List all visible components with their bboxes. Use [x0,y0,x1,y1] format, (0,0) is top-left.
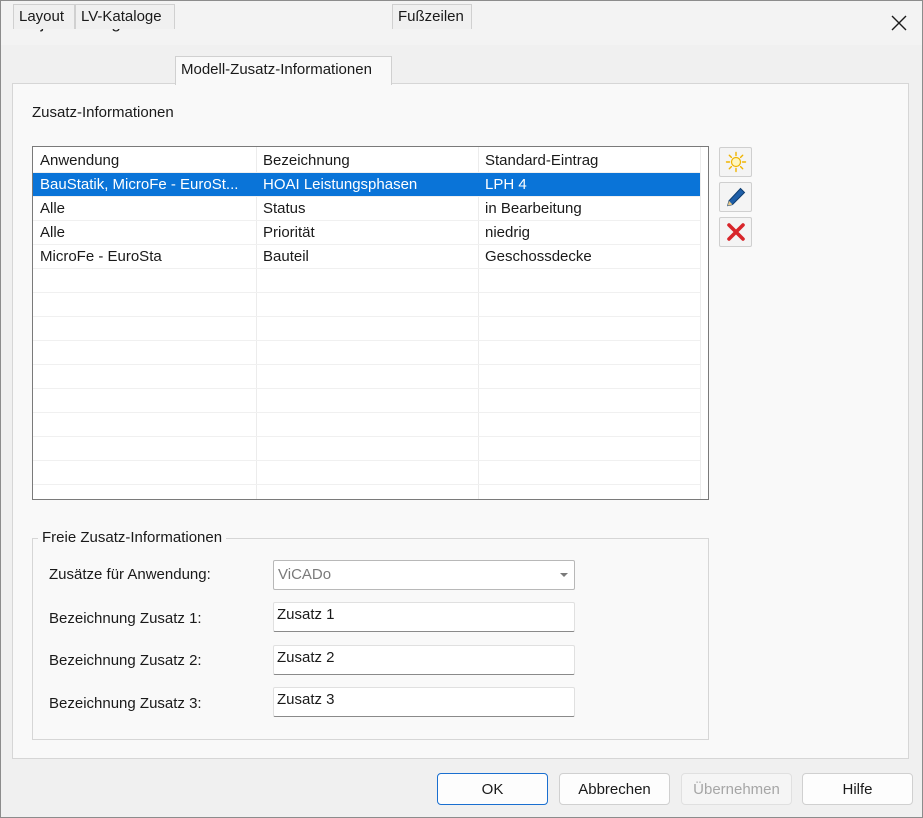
cell-bezeichnung: HOAI Leistungsphasen [263,176,418,193]
bezeichnung-zusatz-1-input[interactable] [273,602,575,632]
bezeichnung-zusatz-2-label: Bezeichnung Zusatz 2: [49,652,202,669]
cell-anwendung: BauStatik, MicroFe - EuroSt... [40,176,239,193]
help-button[interactable]: Hilfe [802,773,913,805]
bezeichnung-zusatz-3-input[interactable] [273,687,575,717]
cell-anwendung: Alle [40,200,66,217]
freie-zusatz-informationen-legend: Freie Zusatz-Informationen [38,529,227,546]
cell-standard-eintrag: Geschossdecke [485,248,592,265]
tab-label: Fußzeilen [398,8,464,25]
empty-row [33,341,700,365]
close-button[interactable] [876,1,922,45]
empty-row [33,317,700,341]
delete-icon [726,223,745,241]
zusatz-informationen-label: Zusatz-Informationen [32,104,174,121]
tab-layout[interactable]: Layout [13,4,75,29]
column-header-anwendung[interactable]: Anwendung [33,149,256,173]
empty-row [33,269,700,293]
bezeichnung-zusatz-1-label: Bezeichnung Zusatz 1: [49,610,202,627]
cell-anwendung: MicroFe - EuroSta [40,248,162,265]
tab-label: Layout [19,8,65,25]
bezeichnung-zusatz-3-label: Bezeichnung Zusatz 3: [49,695,202,712]
empty-row [33,365,700,389]
cancel-button[interactable]: Abbrechen [559,773,670,805]
ok-button[interactable]: OK [437,773,548,805]
list-item[interactable]: BauStatik, MicroFe - EuroSt... HOAI Leis… [33,173,700,197]
new-entry-button[interactable] [719,147,752,177]
empty-row [33,437,700,461]
anwendung-selected-value: ViCADo [278,566,332,583]
bezeichnung-zusatz-2-input[interactable] [273,645,575,675]
delete-entry-button[interactable] [719,217,752,247]
apply-button[interactable]: Übernehmen [681,773,792,805]
empty-row [33,413,700,437]
edit-icon [726,187,745,207]
anwendung-dropdown[interactable]: ViCADo [273,560,575,590]
cell-anwendung: Alle [40,224,66,241]
tab-label: Modell-Zusatz-Informationen [181,61,372,78]
empty-row [33,389,700,413]
tab-label: LV-Kataloge [81,8,162,25]
new-icon [725,151,746,173]
zusatz-informationen-list[interactable]: Anwendung Bezeichnung Standard-Eintrag B… [32,146,709,500]
column-header-bezeichnung[interactable]: Bezeichnung [256,149,478,173]
zusaetze-fuer-anwendung-label: Zusätze für Anwendung: [49,566,211,583]
cell-standard-eintrag: niedrig [485,224,531,241]
cell-standard-eintrag: LPH 4 [485,176,527,193]
cell-bezeichnung: Status [263,200,306,217]
cell-standard-eintrag: in Bearbeitung [485,200,582,217]
list-header-row: Anwendung Bezeichnung Standard-Eintrag [33,149,700,173]
chevron-down-icon [560,573,568,577]
empty-row [33,461,700,485]
cell-bezeichnung: Priorität [263,224,315,241]
list-scroll-gutter [700,147,708,499]
list-item[interactable]: Alle Priorität niedrig [33,221,700,245]
edit-entry-button[interactable] [719,182,752,212]
list-item[interactable]: Alle Status in Bearbeitung [33,197,700,221]
column-header-standard-eintrag[interactable]: Standard-Eintrag [478,149,700,173]
tab-lv-kataloge[interactable]: LV-Kataloge [75,4,175,29]
empty-row [33,293,700,317]
cell-bezeichnung: Bauteil [263,248,309,265]
list-item[interactable]: MicroFe - EuroSta Bauteil Geschossdecke [33,245,700,269]
dialog-window: Projekt-Vorlage Layout LV-Kataloge Model… [0,0,923,818]
tab-fusszeilen[interactable]: Fußzeilen [392,4,472,29]
tab-modell-zusatz-informationen[interactable]: Modell-Zusatz-Informationen [175,56,392,85]
close-icon [891,15,907,31]
